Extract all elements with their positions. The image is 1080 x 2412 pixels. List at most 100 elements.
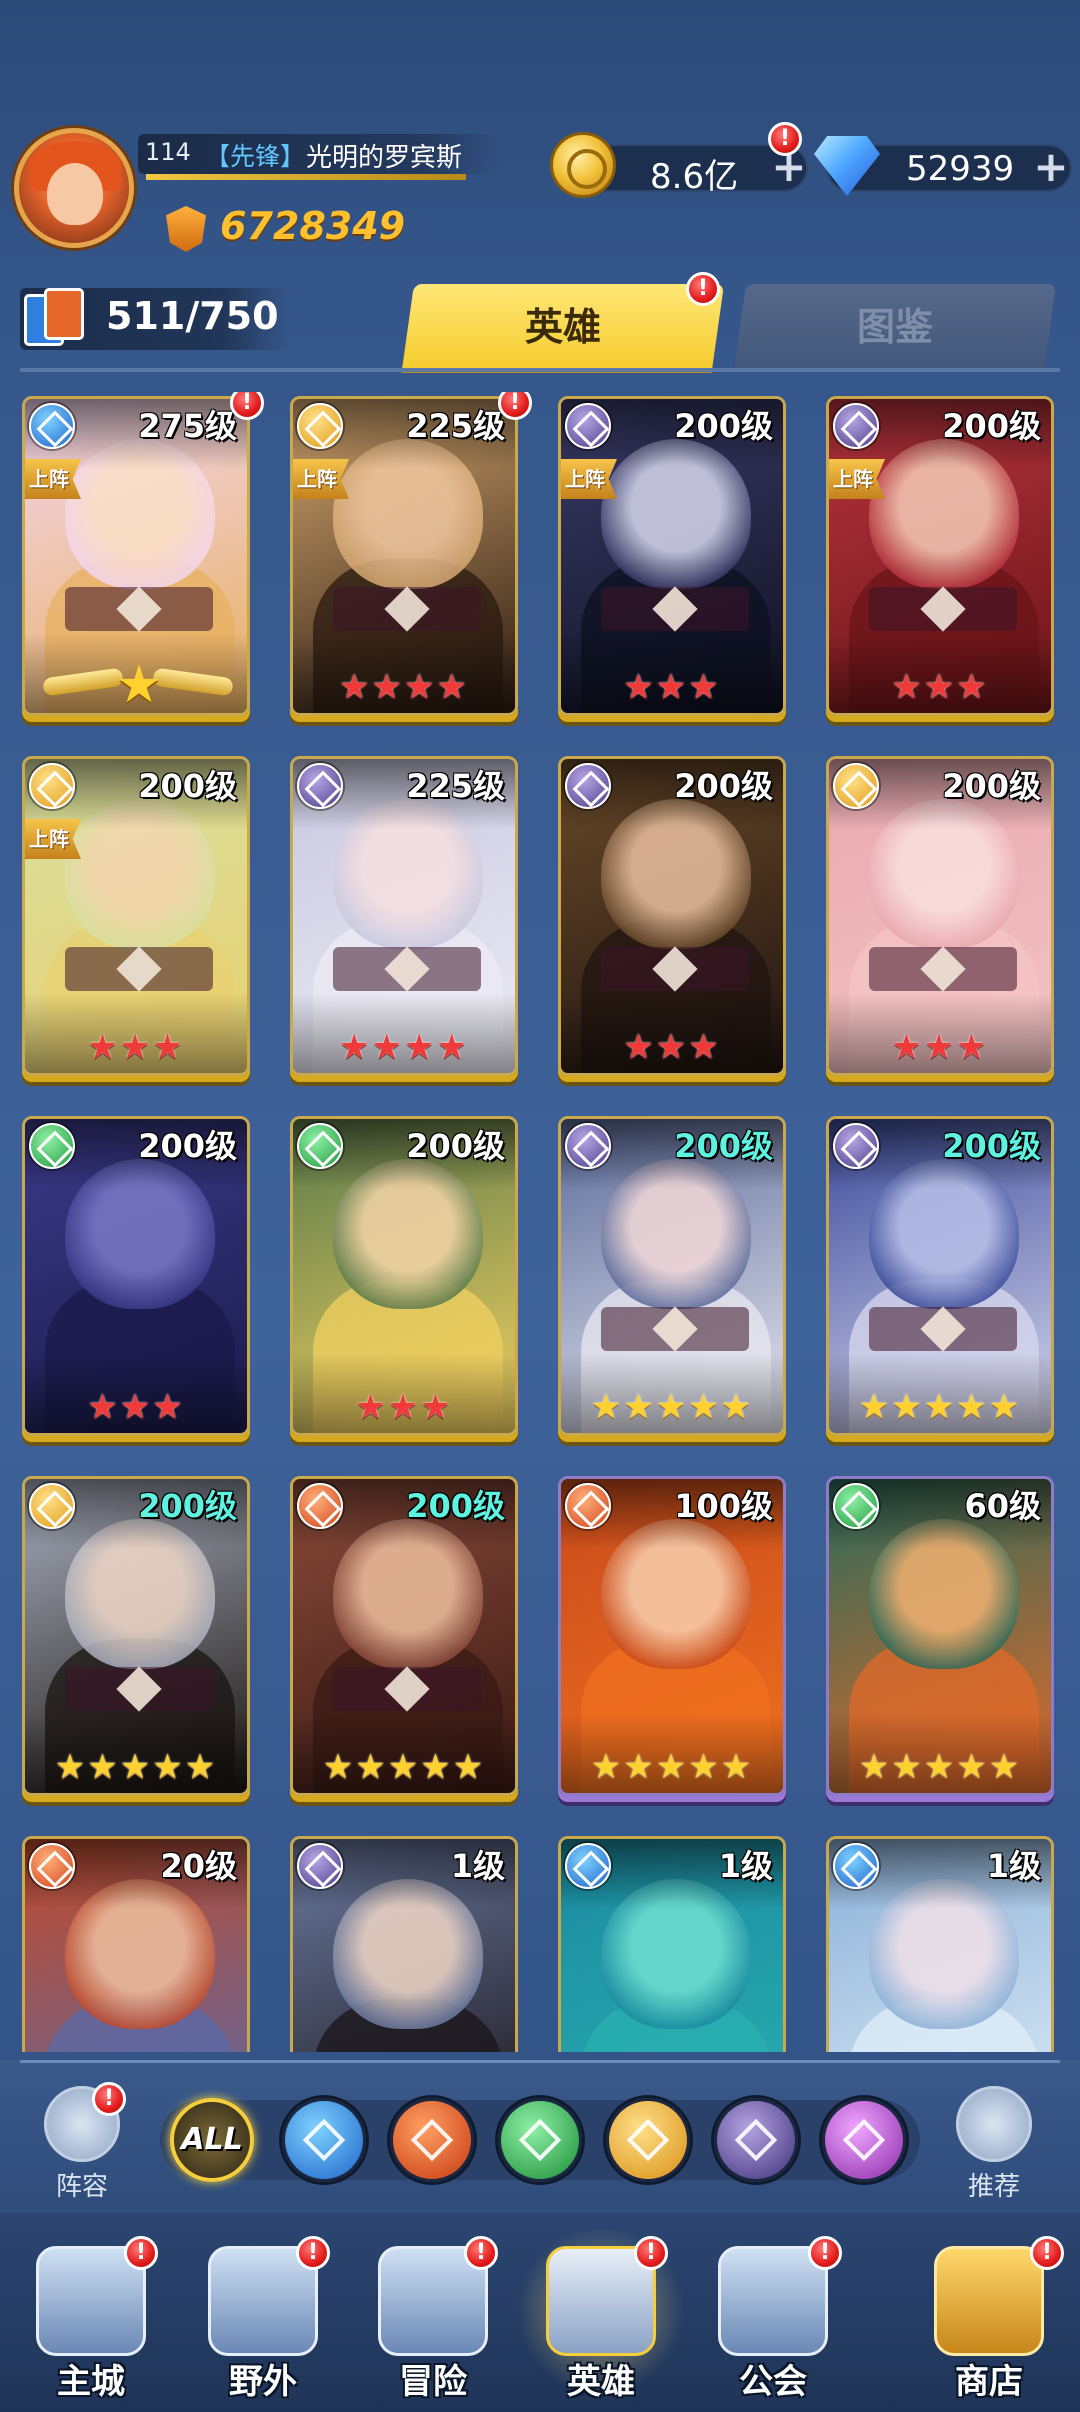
lineup-notification-dot: ! — [92, 2082, 126, 2116]
nav-outskirts-notification-dot: ! — [296, 2236, 330, 2270]
light-faction-icon — [833, 763, 879, 809]
combat-power: 6728349 — [220, 204, 406, 248]
hero-stars: ★★★★★ — [54, 1747, 218, 1787]
hero-card[interactable]: 275级 上阵 ★ — [22, 396, 250, 716]
hero-card[interactable]: 200级 上阵 ★★★ — [22, 756, 250, 1076]
dark-faction-icon — [565, 403, 611, 449]
hero-card[interactable]: 20级 — [22, 1836, 250, 2052]
hero-emblem — [869, 947, 1017, 991]
fire-faction-icon — [297, 1483, 343, 1529]
thumbs-up-icon — [956, 2086, 1032, 2162]
hero-card[interactable]: 200级 ★★★ — [558, 756, 786, 1076]
player-level: 114 — [145, 138, 191, 166]
nav-adventure-notification-dot: ! — [464, 2236, 498, 2270]
hero-emblem — [869, 587, 1017, 631]
hero-card[interactable]: 225级 ★★★★ — [290, 756, 518, 1076]
hero-level: 200级 — [138, 1127, 237, 1165]
dark-faction-icon — [565, 1123, 611, 1169]
hero-stars: ★★★ — [87, 1387, 185, 1427]
hero-level: 200级 — [942, 407, 1041, 445]
hero-card[interactable]: 200级 上阵 ★★★ — [558, 396, 786, 716]
hero-emblem — [65, 1667, 213, 1711]
hero-card[interactable]: 1级 — [290, 1836, 518, 2052]
add-gems-button[interactable]: + — [1030, 146, 1072, 188]
light-faction-icon — [29, 763, 75, 809]
on-field-badge: 上阵 — [829, 459, 885, 499]
tab-heroes-label: 英雄 — [524, 305, 601, 349]
hero-card[interactable]: 100级 ★★★★★ — [558, 1476, 786, 1796]
hero-card[interactable]: 1级 — [826, 1836, 1054, 2052]
hero-card[interactable]: 200级 上阵 ★★★ — [826, 396, 1054, 716]
nav-shop-label: 商店 — [955, 2362, 1023, 2402]
hero-card[interactable]: 1级 — [558, 1836, 786, 2052]
recommend-button[interactable]: 推荐 — [944, 2086, 1044, 2206]
hero-card[interactable]: 200级 ★★★★★ — [826, 1116, 1054, 1436]
tab-divider — [20, 368, 1060, 372]
hero-stars: ★★★ — [623, 667, 721, 707]
nav-heroes-notification-dot: ! — [634, 2236, 668, 2270]
dark-faction-icon — [297, 1843, 343, 1889]
hero-level: 200级 — [138, 767, 237, 805]
hero-stars: ★★★ — [623, 1027, 721, 1067]
on-field-badge: 上阵 — [25, 459, 81, 499]
hero-level: 200级 — [942, 767, 1041, 805]
player-avatar[interactable] — [14, 128, 134, 248]
hero-card[interactable]: 60级 ★★★★★ — [826, 1476, 1054, 1796]
filter-dark-icon[interactable] — [714, 2098, 798, 2182]
hero-level: 1级 — [450, 1847, 505, 1885]
tab-codex[interactable]: 图鉴 — [733, 284, 1057, 370]
filter-all-label: ALL — [181, 2122, 243, 2157]
hero-card[interactable]: 200级 ★★★ — [826, 756, 1054, 1076]
hero-stars: ★★★★ — [339, 1027, 469, 1067]
power-icon — [166, 206, 206, 252]
tab-heroes[interactable]: 英雄 — [401, 284, 725, 370]
hero-card[interactable]: 225级 上阵 ★★★★ — [290, 396, 518, 716]
hero-stars: ★★★★★ — [322, 1747, 486, 1787]
nav-main-city-notification-dot: ! — [124, 2236, 158, 2270]
hero-card[interactable]: 200级 ★★★ — [290, 1116, 518, 1436]
roster-count: 511/750 — [106, 294, 279, 338]
light-faction-icon — [29, 1483, 75, 1529]
filter-chaos-icon[interactable] — [822, 2098, 906, 2182]
filter-water-icon[interactable] — [282, 2098, 366, 2182]
exp-bar — [146, 174, 466, 180]
hero-stars: ★★★★★ — [858, 1747, 1022, 1787]
hero-level: 100级 — [674, 1487, 773, 1525]
tab-codex-label: 图鉴 — [856, 305, 933, 349]
nav-main-city-label: 主城 — [57, 2362, 125, 2402]
hero-level: 200级 — [674, 767, 773, 805]
filter-all[interactable]: ALL — [170, 2098, 254, 2182]
filter-light-icon[interactable] — [606, 2098, 690, 2182]
water-faction-icon — [565, 1843, 611, 1889]
hero-level: 200级 — [674, 1127, 773, 1165]
hero-card[interactable]: 200级 ★★★★★ — [558, 1116, 786, 1436]
player-role: 【先锋】 — [205, 142, 306, 171]
hero-grid[interactable]: 275级 上阵 ★! 225级 上阵 ★★★★! 200级 上阵 ★★★ 200… — [0, 392, 1080, 2052]
hero-stars: ★★★★ — [339, 667, 469, 707]
hero-card[interactable]: 200级 ★★★★★ — [22, 1476, 250, 1796]
nav-heroes-label: 英雄 — [567, 2362, 635, 2402]
hero-emblem — [333, 1667, 481, 1711]
water-faction-icon — [29, 403, 75, 449]
hero-emblem — [601, 947, 749, 991]
hero-stars: ★★★★★ — [590, 1747, 754, 1787]
gold-coin-icon — [550, 132, 616, 198]
dark-faction-icon — [833, 1123, 879, 1169]
hero-level: 200级 — [138, 1487, 237, 1525]
wind-faction-icon — [29, 1123, 75, 1169]
filter-wind-icon[interactable] — [498, 2098, 582, 2182]
on-field-badge: 上阵 — [25, 819, 81, 859]
hero-stars: ★★★ — [891, 1027, 989, 1067]
water-faction-icon — [833, 1843, 879, 1889]
filter-fire-icon[interactable] — [390, 2098, 474, 2182]
hero-level: 20级 — [160, 1847, 237, 1885]
hero-card[interactable]: 200级 ★★★ — [22, 1116, 250, 1436]
player-name: 光明的罗宾斯 — [306, 143, 463, 173]
filter-divider — [20, 2060, 1060, 2063]
wind-faction-icon — [833, 1483, 879, 1529]
hero-stars: ★★★★★ — [590, 1387, 754, 1427]
hero-card[interactable]: 200级 ★★★★★ — [290, 1476, 518, 1796]
gold-notification-dot: ! — [768, 122, 802, 156]
lineup-label: 阵容 — [55, 2172, 108, 2202]
nav-shop-notification-dot: ! — [1030, 2236, 1064, 2270]
